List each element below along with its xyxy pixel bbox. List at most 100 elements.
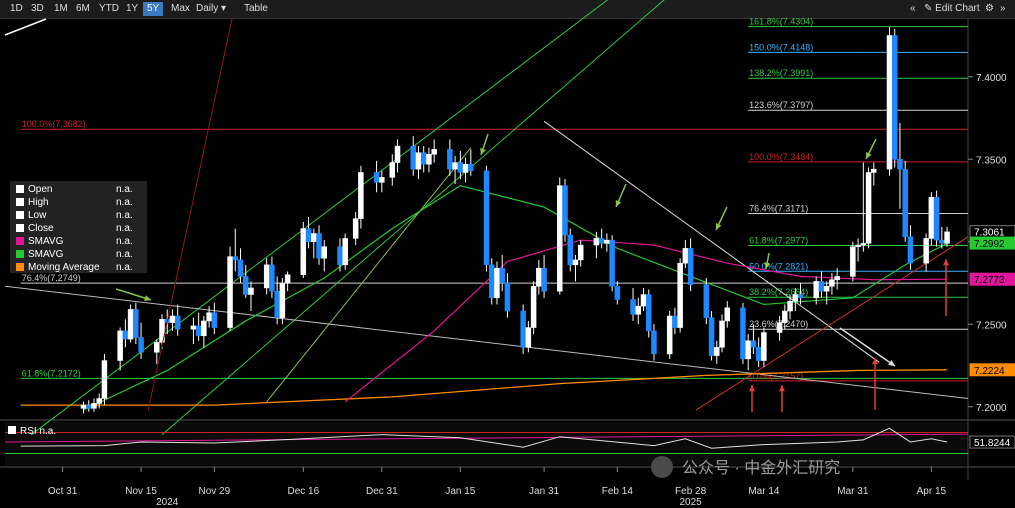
candle-body <box>871 168 877 173</box>
candle-body <box>237 259 244 277</box>
candle-body <box>499 267 505 284</box>
chart-window: 1D 3D 1M 6M YTD 1Y 5Y Max Daily ▾ Table … <box>0 0 1015 508</box>
candle-body <box>321 246 328 259</box>
y-tick-label: 7.2000 <box>976 403 1007 414</box>
x-tick-label: Nov 15 <box>125 486 157 497</box>
candle-body <box>85 404 92 409</box>
fib-level-label: 100.0%(7.3484) <box>749 152 813 162</box>
candle-body <box>415 152 422 170</box>
candle-body <box>284 274 291 284</box>
fib-level-label: 150.0%(7.4148) <box>749 42 813 52</box>
candle-body <box>426 154 432 165</box>
candle-body <box>243 276 249 295</box>
candle-body <box>127 309 134 340</box>
candle-body <box>761 332 767 361</box>
rsi-panel <box>5 422 968 465</box>
candle-body <box>923 238 929 264</box>
x-tick-label: Jan 15 <box>445 486 475 497</box>
candle-body <box>483 170 490 266</box>
candle-body <box>572 259 579 266</box>
candle-body <box>598 238 605 244</box>
candle-body <box>724 307 730 322</box>
candle-body <box>305 228 312 243</box>
candle-body <box>174 315 181 330</box>
candle-body <box>577 244 584 261</box>
legend-label: High <box>28 197 49 208</box>
legend-item: Moving Average n.a. <box>16 261 133 274</box>
x-tick-label: Oct 31 <box>48 486 78 497</box>
candle-body <box>520 310 526 348</box>
legend-box: Open n.a. High n.a. Low n.a. Close n.a. SMAV… <box>10 181 147 273</box>
candle-body <box>750 340 757 348</box>
x-tick-label: Mar 14 <box>748 486 780 497</box>
candle-body <box>829 279 835 287</box>
legend-swatch-open <box>16 185 24 193</box>
candle-body <box>818 281 825 292</box>
candle-body <box>122 330 129 340</box>
x-tick-label: Feb 28 <box>675 486 707 497</box>
price-label-text: 7.2773 <box>974 275 1005 286</box>
candle-body <box>311 233 317 242</box>
candle-body <box>373 172 380 183</box>
candle-body <box>279 282 286 318</box>
candle-body <box>939 239 945 244</box>
candle-body <box>263 264 270 289</box>
candle-body <box>755 347 762 361</box>
candle-body <box>567 234 573 266</box>
candle-body <box>541 267 547 292</box>
legend-value: n.a. <box>116 236 133 247</box>
candle-body <box>488 264 495 299</box>
candle-body <box>358 172 364 219</box>
candle-body <box>389 162 396 178</box>
x-tick-label: Jan 31 <box>529 486 559 497</box>
y-tick-label: 7.3500 <box>976 155 1007 166</box>
fib-level-label: 61.8%(7.2172) <box>22 368 81 378</box>
legend-swatch-moving-average <box>16 263 24 271</box>
candle-body <box>593 238 600 246</box>
candle-body <box>101 360 108 399</box>
candle-body <box>823 286 830 292</box>
price-label-text: 7.2992 <box>974 239 1005 250</box>
legend-label: SMAVG <box>28 236 64 247</box>
candle-body <box>117 330 123 361</box>
candle-body <box>394 145 401 163</box>
candle-body <box>201 320 207 337</box>
candle-body <box>420 152 427 165</box>
x-tick-label: Dec 16 <box>287 486 319 497</box>
candle-body <box>342 238 348 266</box>
legend-label: Open <box>28 184 53 195</box>
legend-swatch-smavg-green <box>16 250 24 258</box>
candle-body <box>447 149 453 170</box>
legend-value: n.a. <box>116 210 133 221</box>
candle-body <box>337 246 343 266</box>
candle-body <box>614 286 621 300</box>
candle-body <box>666 315 673 355</box>
candle-body <box>133 309 139 338</box>
candle-body <box>865 172 872 244</box>
x-tick-label: Apr 15 <box>917 486 947 497</box>
legend-value: n.a. <box>116 249 133 260</box>
legend-item: Close n.a. <box>16 222 133 235</box>
candle-body <box>195 325 202 337</box>
candle-body <box>274 291 280 318</box>
fib-level-label: 123.6%(7.3797) <box>749 100 813 110</box>
candle-body <box>630 299 636 315</box>
x-tick-label: Mar 31 <box>837 486 869 497</box>
candle-body <box>928 196 935 239</box>
legend-item: Low n.a. <box>16 209 133 222</box>
candle-body <box>379 177 385 183</box>
candle-body <box>468 163 474 172</box>
candle-body <box>300 228 307 276</box>
fib-level-label: 76.4%(7.3171) <box>749 204 808 214</box>
rsi-legend-label: RSI n.a. <box>20 426 56 437</box>
candle-body <box>452 162 458 170</box>
rsi-legend-swatch <box>8 426 16 434</box>
candle-body <box>907 236 914 264</box>
candle-body <box>138 337 144 353</box>
legend-value: n.a. <box>116 184 133 195</box>
legend-item: SMAVG n.a. <box>16 235 133 248</box>
candle-body <box>169 315 176 323</box>
x-tick-label: Dec 31 <box>366 486 398 497</box>
candle-body <box>672 315 678 328</box>
candle-body <box>494 267 500 299</box>
